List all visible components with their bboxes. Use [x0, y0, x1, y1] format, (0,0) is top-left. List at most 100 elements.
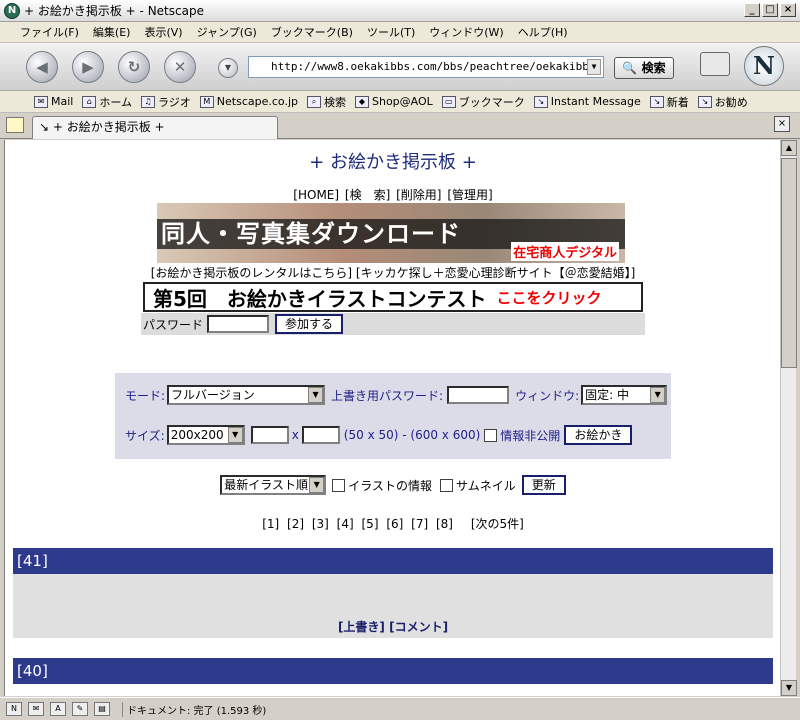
size-select-value: 200x200: [170, 428, 224, 442]
join-button[interactable]: 参加する: [275, 314, 344, 334]
chevron-down-icon: ▼: [227, 427, 243, 443]
page-link[interactable]: [3]: [312, 517, 329, 531]
password-input[interactable]: [207, 315, 270, 333]
minimize-button[interactable]: _: [744, 3, 760, 17]
bookmark-bookmarks[interactable]: ▭ ブックマーク: [441, 94, 525, 110]
page-link[interactable]: [7]: [411, 517, 428, 531]
scroll-up-icon[interactable]: ▲: [781, 140, 797, 156]
addressbook-icon[interactable]: ▤: [94, 702, 110, 716]
size-range-text: (50 x 50) - (600 x 600): [343, 428, 481, 442]
bookmark-home[interactable]: ⌂ ホーム: [82, 94, 132, 110]
menu-go[interactable]: ジャンプ(G): [197, 24, 257, 40]
maximize-button[interactable]: □: [762, 3, 778, 17]
size-select[interactable]: 200x200 ▼: [166, 425, 245, 445]
forward-button[interactable]: ▶: [72, 51, 104, 83]
tab-bar: ↘ + お絵かき掲示板 +: [0, 113, 800, 139]
search-link[interactable]: [検 索]: [345, 188, 390, 202]
password-row: パスワード 参加する: [141, 313, 645, 335]
bookmark-recommend[interactable]: ↘ お勧め: [697, 94, 748, 110]
reload-icon: ↻: [127, 58, 141, 76]
draw-button[interactable]: お絵かき: [564, 425, 633, 445]
stop-button[interactable]: ✕: [164, 51, 196, 83]
bookmark-label: Netscape.co.jp: [216, 95, 298, 108]
my-icon: M: [199, 95, 214, 108]
height-input[interactable]: [301, 426, 340, 444]
search-button[interactable]: 🔍 検索: [614, 57, 674, 79]
update-button[interactable]: 更新: [521, 475, 566, 495]
search-icon: ⌕: [307, 95, 321, 108]
menu-view[interactable]: 表示(V): [144, 24, 182, 40]
page-link[interactable]: [4]: [337, 517, 354, 531]
menu-edit[interactable]: 編集(E): [93, 24, 131, 40]
sort-select-value: 最新イラスト順: [224, 478, 308, 492]
width-input[interactable]: [250, 426, 289, 444]
bookmark-label: 新着: [666, 95, 689, 109]
address-bar[interactable]: http://www8.oekakibbs.com/bbs/peachtree/…: [248, 56, 604, 78]
magnifier-icon: 🔍: [622, 61, 638, 75]
vertical-scrollbar[interactable]: ▲ ▼: [780, 140, 797, 696]
next-page-link[interactable]: [次の5件]: [471, 517, 524, 531]
ad-banner[interactable]: 同人・写真集ダウンロード 在宅商人デジタル: [157, 203, 625, 263]
mail-icon: ✉: [34, 95, 48, 108]
close-tab-icon[interactable]: ×: [774, 116, 790, 132]
page-link[interactable]: [6]: [386, 517, 403, 531]
print-icon[interactable]: [700, 52, 730, 76]
bookmark-radio[interactable]: ♫ ラジオ: [141, 94, 191, 110]
bookmark-label: ブックマーク: [458, 95, 525, 109]
netscape-logo-icon: N: [744, 46, 784, 86]
back-button[interactable]: ◀: [26, 51, 58, 83]
tab-active[interactable]: ↘ + お絵かき掲示板 +: [32, 116, 278, 139]
window-select[interactable]: 固定: 中 ▼: [581, 385, 668, 405]
scroll-thumb[interactable]: [781, 158, 797, 368]
rental-links[interactable]: [お絵かき掲示板のレンタルはこちら] [キッカケ探し＋恋愛心理診断サイト【＠恋愛…: [5, 264, 780, 281]
history-dropdown-button[interactable]: ▼: [218, 58, 238, 78]
new-tab-icon[interactable]: [6, 117, 24, 133]
overwrite-password-input[interactable]: [447, 386, 510, 404]
composer-icon[interactable]: ✎: [72, 702, 88, 716]
mode-select-value: フルバージョン: [171, 388, 255, 402]
bookmark-netscape[interactable]: M Netscape.co.jp: [199, 95, 298, 108]
bookmark-label: ラジオ: [158, 95, 191, 109]
menu-tools[interactable]: ツール(T): [367, 24, 415, 40]
mode-select[interactable]: フルバージョン ▼: [167, 385, 326, 405]
mail-icon[interactable]: ✉: [28, 702, 44, 716]
contest-banner[interactable]: 第5回 お絵かきイラストコンテスト ここをクリック: [143, 282, 643, 312]
shop-icon: ◆: [355, 95, 369, 108]
post-header: [40]: [13, 658, 773, 684]
private-checkbox[interactable]: [484, 428, 498, 442]
scroll-down-icon[interactable]: ▼: [781, 680, 797, 696]
status-text: ドキュメント: 完了 (1.593 秒): [122, 701, 266, 717]
aim-icon[interactable]: A: [50, 702, 66, 716]
menu-window[interactable]: ウィンドウ(W): [429, 24, 503, 40]
illust-info-checkbox[interactable]: [332, 478, 346, 492]
reload-button[interactable]: ↻: [118, 51, 150, 83]
bookmark-new[interactable]: ↘ 新着: [649, 94, 689, 110]
url-dropdown-icon[interactable]: ▼: [587, 59, 601, 75]
address-url: http://www8.oekakibbs.com/bbs/peachtree/…: [271, 60, 604, 73]
bookmark-mail[interactable]: ✉ Mail: [34, 95, 73, 108]
sort-select[interactable]: 最新イラスト順 ▼: [220, 475, 327, 495]
bookmark-search[interactable]: ⌕ 検索: [307, 94, 346, 110]
admin-link[interactable]: [管理用]: [447, 188, 492, 202]
window-title: + お絵かき掲示板 + - Netscape: [24, 4, 204, 18]
back-arrow-icon: ◀: [36, 58, 48, 76]
post-action-links[interactable]: [上書き] [コメント]: [13, 618, 773, 635]
bookmark-shop[interactable]: ◆ Shop@AOL: [355, 95, 433, 108]
delete-link[interactable]: [削除用]: [396, 188, 441, 202]
post-body: [上書き] [コメント]: [13, 574, 773, 638]
page-link[interactable]: [1]: [262, 517, 279, 531]
size-label: サイズ:: [125, 428, 165, 443]
page-link[interactable]: [5]: [362, 517, 379, 531]
page-link[interactable]: [8]: [436, 517, 453, 531]
page-link[interactable]: [2]: [287, 517, 304, 531]
menu-bookmarks[interactable]: ブックマーク(B): [271, 24, 353, 40]
navigator-icon[interactable]: N: [6, 702, 22, 716]
menu-help[interactable]: ヘルプ(H): [518, 24, 568, 40]
menu-file[interactable]: ファイル(F): [20, 24, 79, 40]
home-link[interactable]: [HOME]: [293, 188, 339, 202]
chevron-down-icon: ▼: [308, 387, 324, 403]
thumbnail-checkbox[interactable]: [439, 478, 453, 492]
close-window-button[interactable]: ×: [780, 3, 796, 17]
window-select-value: 固定: 中: [585, 388, 629, 402]
bookmark-instant-message[interactable]: ↘ Instant Message: [533, 95, 641, 108]
